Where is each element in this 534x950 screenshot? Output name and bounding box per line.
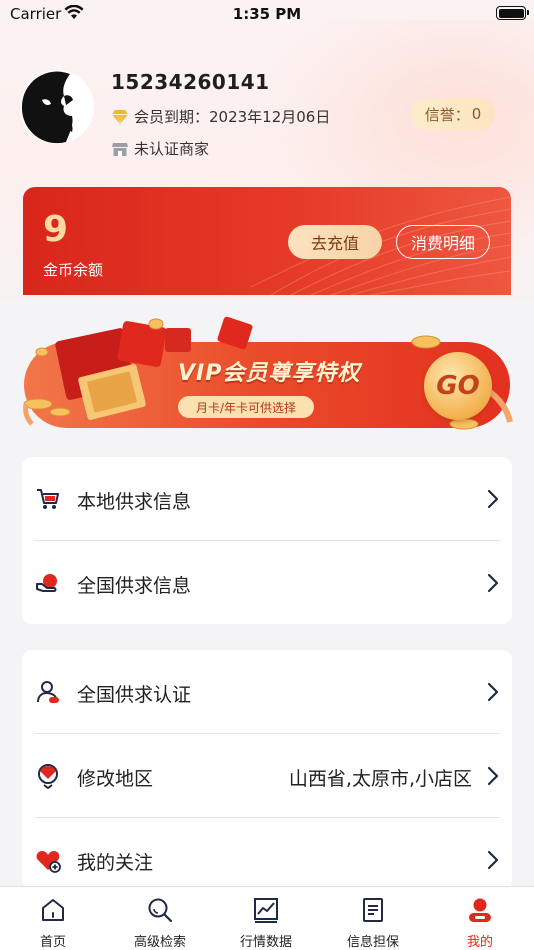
chevron-right-icon xyxy=(487,766,499,786)
menu-item-label: 全国供求信息 xyxy=(77,575,192,597)
chevron-right-icon xyxy=(487,573,499,593)
home-icon xyxy=(42,899,64,921)
vip-expiry-row: 会员到期：2023年12月06日 xyxy=(111,106,330,127)
tab-market-data[interactable]: 行情数据 xyxy=(213,887,319,950)
cart-icon xyxy=(37,489,59,509)
coin-balance-value: 9 xyxy=(43,209,69,250)
merchant-status-text: 未认证商家 xyxy=(134,140,210,158)
tab-advanced-search[interactable]: 高级检索 xyxy=(107,887,213,950)
menu-item-national-supply[interactable]: 全国供求信息 xyxy=(22,541,512,625)
document-icon xyxy=(363,898,383,922)
credit-value: 0 xyxy=(471,105,482,123)
heart-plus-icon xyxy=(36,851,61,873)
avatar-image xyxy=(20,70,94,144)
shop-icon xyxy=(112,142,128,156)
consumption-detail-button[interactable]: 消费明细 xyxy=(396,225,490,259)
user-phone: 15234260141 xyxy=(111,70,270,94)
credit-label: 信誉： xyxy=(424,105,470,124)
chevron-right-icon xyxy=(487,850,499,870)
hand-heart-icon xyxy=(36,574,57,592)
tab-label: 我的 xyxy=(466,935,493,950)
chart-icon xyxy=(254,898,278,923)
tab-label: 信息担保 xyxy=(346,935,399,950)
user-verify-icon xyxy=(37,681,59,703)
menu-item-label: 本地供求信息 xyxy=(77,491,192,513)
menu-item-label: 修改地区 xyxy=(77,768,154,790)
coin-balance-card: 9 金币余额 去充值 消费明细 xyxy=(23,187,511,295)
menu-item-local-supply[interactable]: 本地供求信息 xyxy=(22,457,512,541)
supply-demand-menu: 本地供求信息 全国供求信息 xyxy=(22,457,512,624)
chevron-right-icon xyxy=(487,682,499,702)
profile-icon xyxy=(469,898,491,922)
tab-home[interactable]: 首页 xyxy=(0,887,106,950)
coin-balance-label: 金币余额 xyxy=(43,261,104,279)
menu-item-change-region[interactable]: 修改地区 山西省,太原市,小店区 xyxy=(22,734,512,818)
clock: 1:35 PM xyxy=(232,5,302,23)
chevron-right-icon xyxy=(487,489,499,509)
vip-expiry-text: 会员到期：2023年12月06日 xyxy=(134,108,331,126)
tab-label: 首页 xyxy=(39,935,66,950)
vip-banner-subtitle: 月卡/年卡可供选择 xyxy=(178,396,314,418)
menu-item-label: 全国供求认证 xyxy=(77,684,192,706)
tab-label: 行情数据 xyxy=(239,935,292,950)
credit-badge: 信誉： 0 xyxy=(411,98,495,130)
tab-label: 高级检索 xyxy=(133,935,186,950)
account-menu: 全国供求认证 修改地区 山西省,太原市,小店区 我的关注 xyxy=(22,650,512,890)
recharge-button[interactable]: 去充值 xyxy=(288,225,382,259)
current-region-value: 山西省,太原市,小店区 xyxy=(288,768,472,790)
diamond-icon xyxy=(112,109,128,125)
location-icon xyxy=(38,764,58,789)
vip-go-button[interactable]: GO xyxy=(424,352,492,420)
menu-item-national-verify[interactable]: 全国供求认证 xyxy=(22,650,512,734)
menu-item-label: 我的关注 xyxy=(77,852,154,874)
tab-info-guarantee[interactable]: 信息担保 xyxy=(320,887,426,950)
avatar[interactable] xyxy=(20,70,94,144)
status-bar: Carrier 1:35 PM xyxy=(0,0,534,28)
search-icon xyxy=(148,898,173,923)
merchant-status-row[interactable]: 未认证商家 xyxy=(111,138,209,159)
battery-icon xyxy=(496,6,529,20)
vip-banner-title: VIP会员尊享特权 xyxy=(178,361,361,386)
tab-mine[interactable]: 我的 xyxy=(427,887,533,950)
bottom-tab-bar: 首页 高级检索 行情数据 信息担保 我的 xyxy=(0,886,534,950)
